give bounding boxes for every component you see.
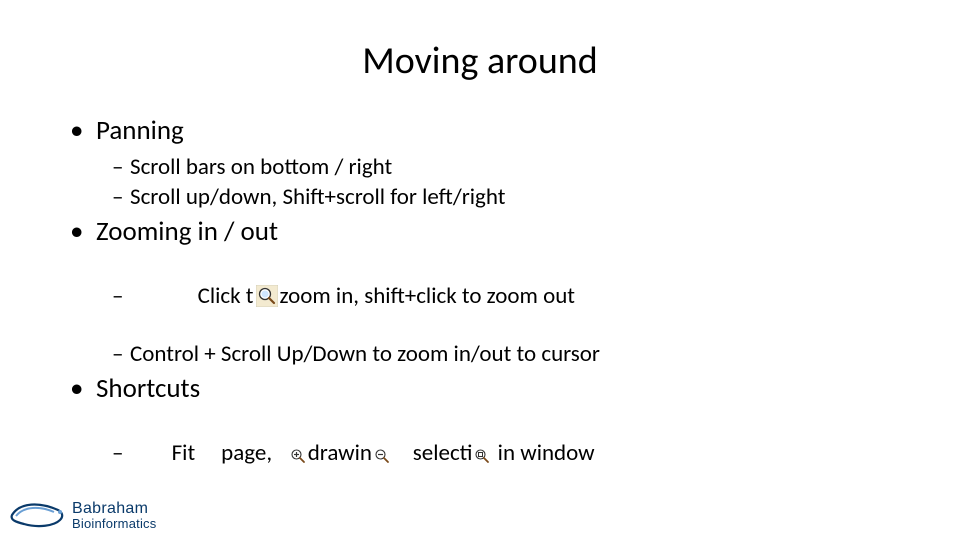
bullet-dot: • — [70, 114, 96, 147]
heading-panning: Panning — [96, 114, 184, 147]
logo-text: Babraham Bioinformatics — [72, 501, 156, 530]
slide-body: • Panning – Scroll bars on bottom / righ… — [70, 114, 890, 495]
seg-text: drawin — [308, 439, 372, 467]
dash: – — [112, 183, 130, 211]
dash: – — [112, 153, 130, 181]
bullet-shortcuts: • Shortcuts — [70, 372, 890, 405]
seg-text: in window — [492, 439, 594, 467]
bullet-panning: • Panning — [70, 114, 890, 147]
bullet-dot: • — [70, 215, 96, 248]
zoom-in-icon — [290, 448, 306, 464]
logo-line1: Babraham — [72, 501, 156, 517]
sub-bullet: – Click t zoom in, shift+click to zoom ou… — [112, 254, 890, 338]
sub-bullet: – Scroll bars on bottom / right — [112, 153, 890, 181]
bullet-dot: • — [70, 372, 96, 405]
slide: Moving around • Panning – Scroll bars on… — [0, 0, 960, 540]
post-text: zoom in, shift+click to zoom out — [280, 282, 576, 310]
logo-mark-icon — [10, 498, 66, 532]
text: Click t zoom in, shift+click to zoom out — [130, 254, 575, 338]
logo-line2: Bioinformatics — [72, 517, 156, 530]
text: Scroll up/down, Shift+scroll for left/ri… — [130, 183, 505, 211]
logo: Babraham Bioinformatics — [10, 498, 156, 532]
sub-bullet: – Scroll up/down, Shift+scroll for left/… — [112, 183, 890, 211]
text: Scroll bars on bottom / right — [130, 153, 392, 181]
sub-bullet: – Fit page, drawin selecti in window — [112, 411, 890, 495]
text: Control + Scroll Up/Down to zoom in/out … — [130, 340, 600, 368]
zoom-out-icon — [374, 448, 390, 464]
dash: – — [112, 439, 130, 467]
heading-shortcuts: Shortcuts — [96, 372, 200, 405]
magnifier-icon — [256, 285, 278, 307]
sub-bullet: – Control + Scroll Up/Down to zoom in/ou… — [112, 340, 890, 368]
bullet-zooming: • Zooming in / out — [70, 215, 890, 248]
dash: – — [112, 340, 130, 368]
pre-text: Click t — [172, 282, 254, 310]
heading-zooming: Zooming in / out — [96, 215, 278, 248]
zoom-fit-icon — [474, 448, 490, 464]
slide-title: Moving around — [70, 38, 890, 84]
seg-text: selecti — [392, 439, 473, 467]
text: Fit page, drawin selecti in window — [130, 411, 595, 495]
dash: – — [112, 282, 130, 310]
seg-text: Fit page, — [172, 439, 288, 467]
